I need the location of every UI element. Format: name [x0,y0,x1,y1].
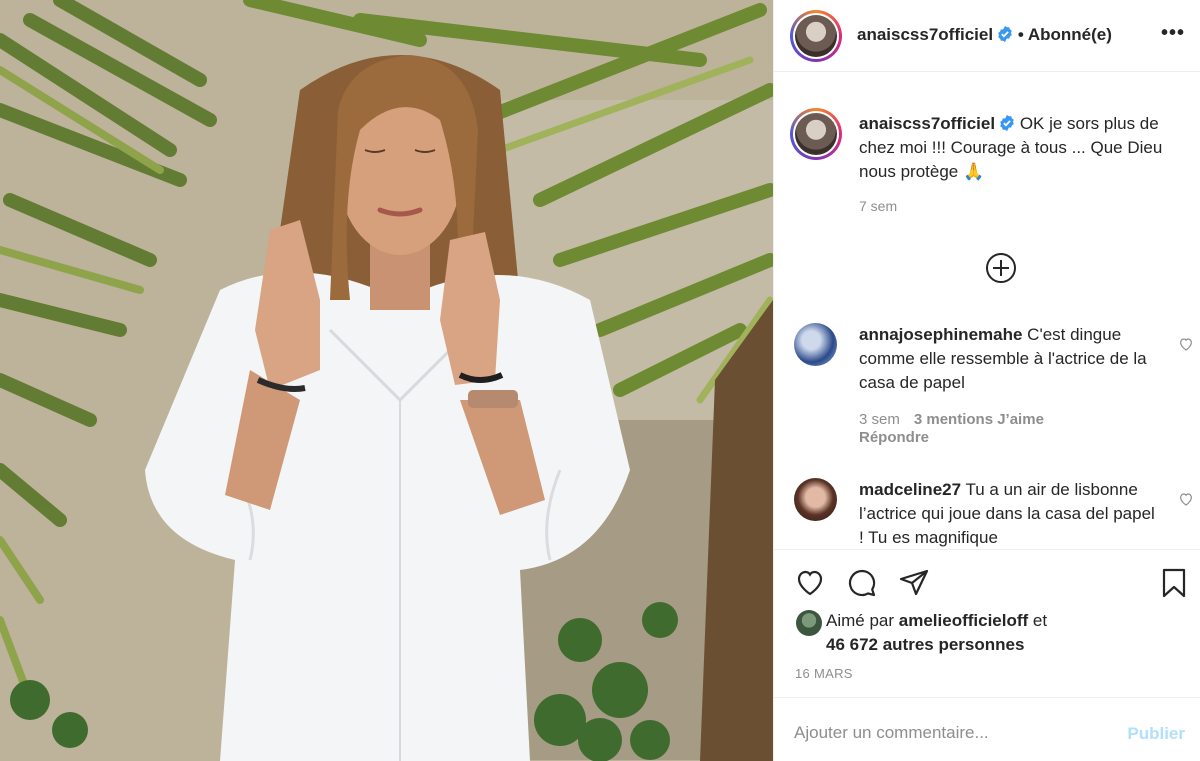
comment-heart-icon[interactable] [1178,491,1194,507]
commenter-avatar[interactable] [794,478,837,521]
likes-prefix: Aimé par [826,611,895,630]
add-comment-bar: Publier [774,697,1200,761]
follow-status[interactable]: • Abonné(e) [1018,25,1112,44]
more-options-icon[interactable]: ••• [1161,22,1185,45]
publish-button[interactable]: Publier [1127,724,1185,744]
post-photo-illustration [0,0,773,761]
post-actions [774,551,1200,599]
liker-username[interactable]: amelieofficieloff [899,611,1028,630]
likes-count[interactable]: 46 672 autres personnes [826,633,1024,657]
author-avatar[interactable] [790,10,842,62]
verified-badge-icon [1000,115,1014,131]
caption-username[interactable]: anaiscss7officiel [859,114,995,133]
load-more-comments-icon[interactable] [984,251,1018,285]
comment-icon[interactable] [846,567,878,599]
bookmark-icon[interactable] [1158,567,1190,599]
heart-icon[interactable] [794,567,826,599]
commenter-avatar[interactable] [794,323,837,366]
comment-likes[interactable]: 3 mentions J’aime [914,411,1044,428]
post-photo[interactable] [0,0,773,761]
reply-button[interactable]: Répondre [859,429,929,446]
verified-badge-icon [998,26,1012,42]
comments-section[interactable]: anaiscss7officiel OK je sors plus de che… [774,73,1200,550]
author-username[interactable]: anaiscss7officiel [857,25,993,44]
comment-heart-icon[interactable] [1178,336,1194,352]
share-icon[interactable] [898,567,930,599]
comment-input[interactable] [794,718,1094,748]
post-date[interactable]: 16 MARS [795,666,853,681]
liker-avatar[interactable] [796,610,822,636]
commenter-username[interactable]: annajosephinemahe [859,325,1022,344]
post-header: anaiscss7officiel • Abonné(e) ••• [774,0,1200,72]
likes-suffix: et [1032,611,1048,630]
caption-time[interactable]: 7 sem [859,198,897,214]
commenter-username[interactable]: madceline27 [859,480,961,499]
post-side-panel: anaiscss7officiel • Abonné(e) ••• anaisc… [773,0,1200,761]
comment-time[interactable]: 3 sem [859,411,900,428]
caption-avatar[interactable] [790,108,842,160]
